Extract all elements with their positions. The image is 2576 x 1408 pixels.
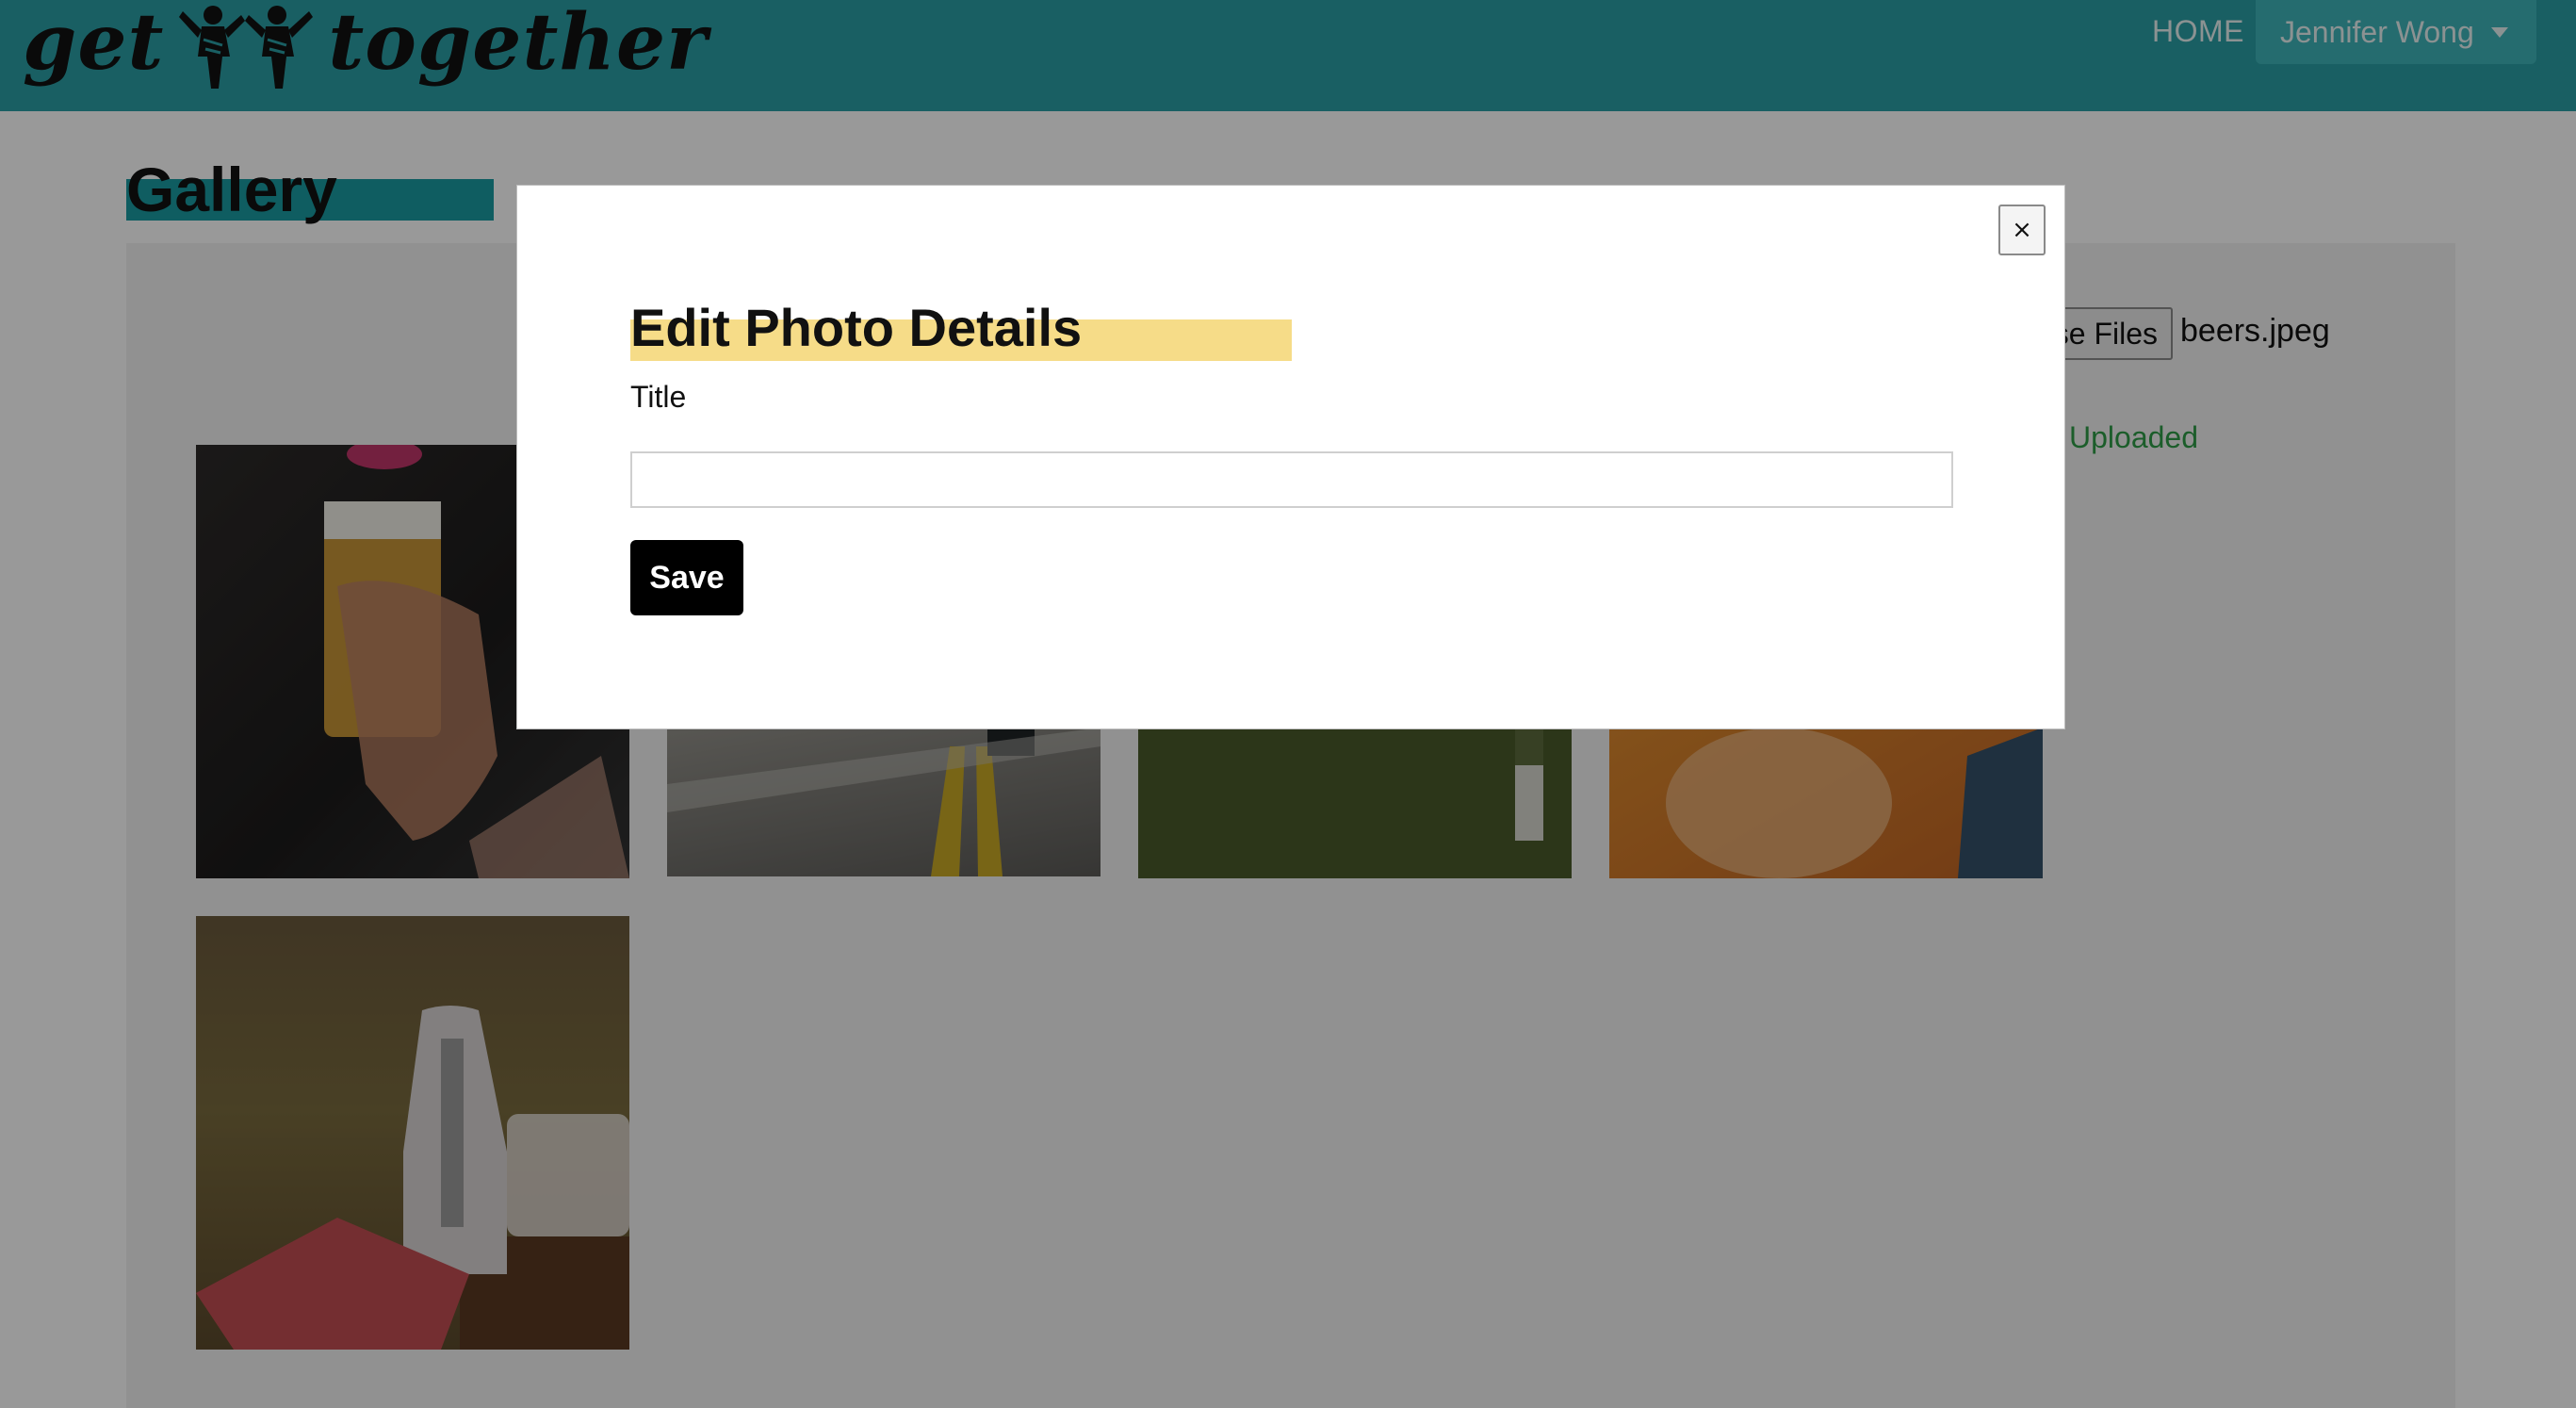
save-button[interactable]: Save (630, 540, 743, 615)
edit-photo-modal: × Edit Photo Details Title Save (516, 185, 2065, 729)
modal-title: Edit Photo Details (630, 298, 1083, 357)
title-field-label: Title (630, 380, 687, 414)
close-modal-button[interactable]: × (1998, 205, 2046, 255)
title-input[interactable] (630, 451, 1953, 508)
